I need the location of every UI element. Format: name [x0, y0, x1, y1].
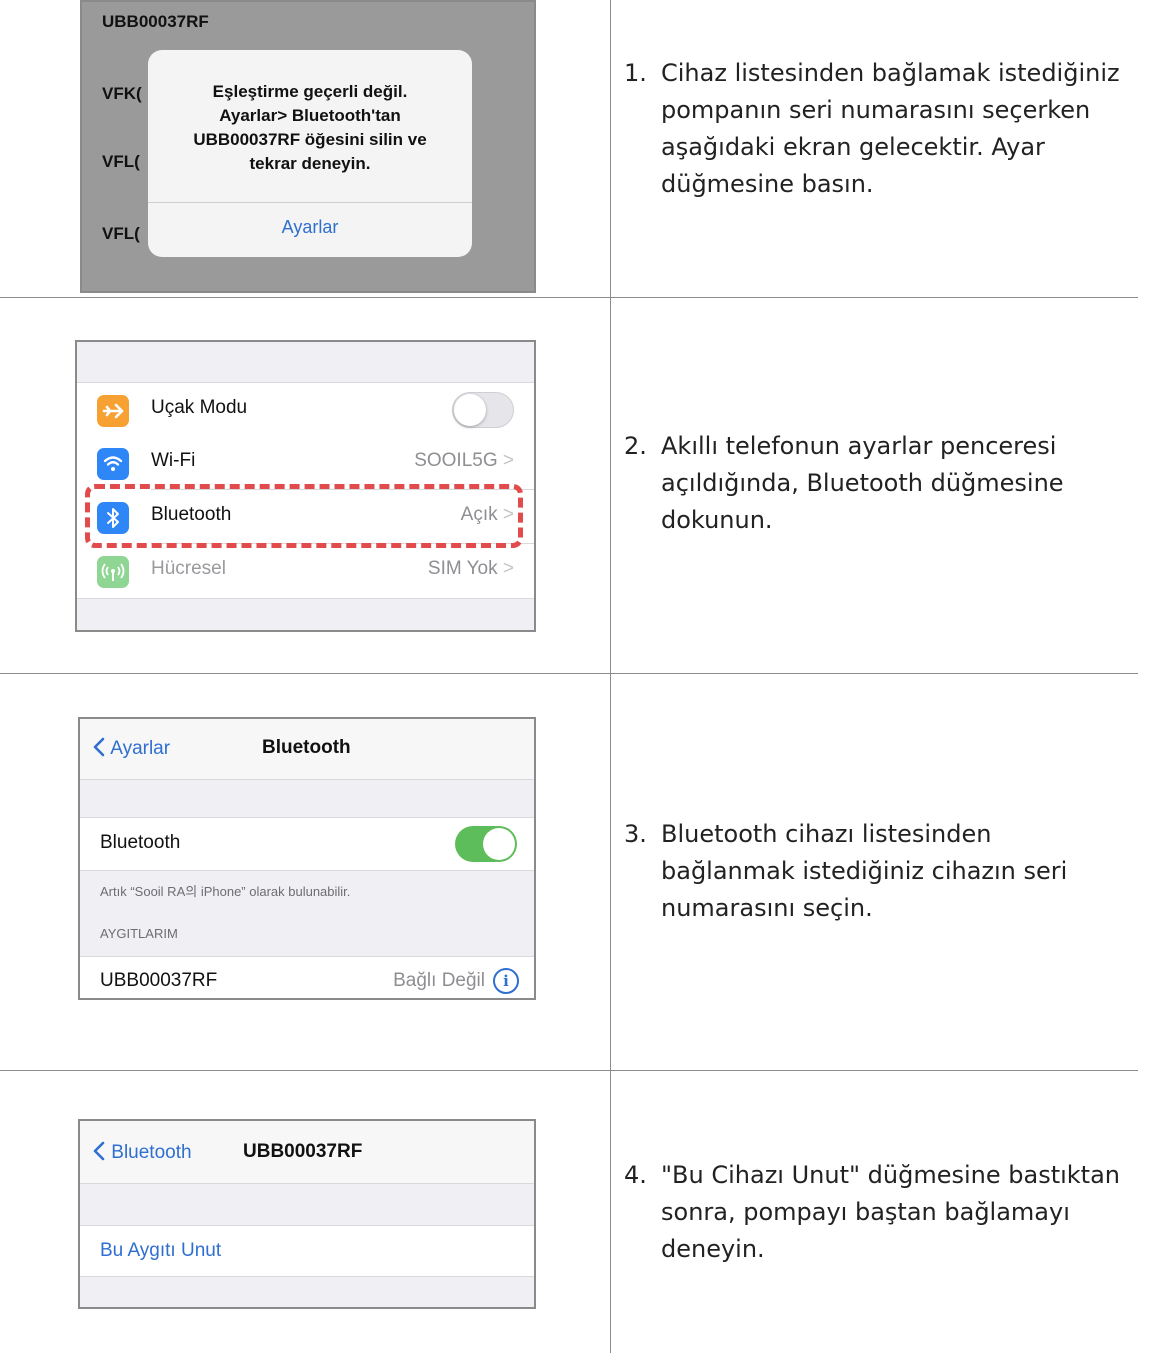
alert-dialog: Eşleştirme geçerli değil. Ayarlar> Bluet…	[148, 50, 472, 257]
settings-row-value: SIM Yok >	[428, 558, 514, 580]
forget-device-row[interactable]: Bu Aygıtı Unut	[80, 1225, 534, 1277]
chevron-left-icon	[93, 1141, 105, 1161]
settings-row-airplane[interactable]: Uçak Modu	[77, 382, 534, 437]
settings-row-cellular[interactable]: Hücresel SIM Yok >	[77, 544, 534, 599]
settings-row-label: Uçak Modu	[151, 397, 248, 418]
device-list-item: UBB00037RF	[102, 12, 209, 31]
device-row[interactable]: UBB00037RF Bağlı Değil i	[80, 956, 534, 998]
wifi-network-name: SOOIL5G	[414, 450, 498, 471]
step-number: 2.	[624, 432, 647, 460]
page-title: UBB00037RF	[243, 1141, 363, 1162]
device-list-item: VFL(	[102, 224, 140, 243]
device-list-item: VFL(	[102, 152, 140, 171]
nav-bar: Ayarlar Bluetooth	[80, 719, 534, 780]
step-instruction: 2. Akıllı telefonun ayarlar penceresi aç…	[624, 428, 1124, 539]
chevron-right-icon: >	[502, 558, 514, 579]
forget-device-button[interactable]: Bu Aygıtı Unut	[100, 1240, 221, 1262]
toggle-knob	[483, 828, 515, 860]
row-divider	[0, 673, 1138, 674]
step-instruction: 4. "Bu Cihazı Unut" düğmesine bastıktan …	[624, 1157, 1124, 1268]
back-label: Bluetooth	[111, 1142, 192, 1163]
device-name: UBB00037RF	[100, 970, 218, 991]
step-number: 4.	[624, 1161, 647, 1189]
bluetooth-highlight-box	[85, 484, 523, 548]
chevron-right-icon: >	[502, 450, 514, 471]
discoverable-note: Artık “Sooil RA의 iPhone” olarak bulunabi…	[100, 884, 351, 899]
info-icon[interactable]: i	[493, 968, 519, 994]
alert-message-line: Ayarlar> Bluetooth'tan	[219, 106, 401, 125]
bluetooth-toggle-label: Bluetooth	[100, 832, 181, 853]
step-text: Akıllı telefonun ayarlar penceresi açıld…	[661, 432, 1064, 534]
bluetooth-screenshot: Ayarlar Bluetooth Bluetooth Artık “Sooil…	[78, 717, 536, 1000]
settings-row-value: SOOIL5G >	[414, 450, 514, 472]
pairing-alert-screenshot: UBB00037RF VFK( VFL( VFL( Eşleştirme geç…	[80, 0, 536, 293]
bluetooth-toggle-row: Bluetooth	[80, 817, 534, 871]
step-instruction: 1. Cihaz listesinden bağlamak istediğini…	[624, 55, 1124, 203]
step-text: "Bu Cihazı Unut" düğmesine bastıktan son…	[661, 1161, 1120, 1263]
step-number: 1.	[624, 59, 647, 87]
step-text: Cihaz listesinden bağlamak istediğiniz p…	[661, 59, 1120, 198]
back-button[interactable]: Bluetooth	[92, 1141, 192, 1164]
back-label: Ayarlar	[110, 738, 171, 759]
step-number: 3.	[624, 820, 647, 848]
device-status: Bağlı Değil	[393, 970, 485, 991]
settings-row-label: Wi-Fi	[151, 450, 196, 471]
column-divider	[610, 0, 611, 1353]
cellular-status: SIM Yok	[427, 558, 498, 579]
alert-message-line: tekrar deneyin.	[249, 154, 371, 173]
airplane-mode-toggle[interactable]	[452, 392, 514, 428]
bluetooth-toggle[interactable]	[455, 826, 517, 862]
chevron-left-icon	[93, 737, 105, 757]
toggle-knob	[454, 394, 486, 426]
row-divider	[0, 297, 1138, 298]
alert-message-line: UBB00037RF öğesini silin ve	[193, 130, 427, 149]
alert-separator	[148, 202, 472, 203]
wifi-icon	[97, 448, 129, 480]
alert-settings-button[interactable]: Ayarlar	[148, 217, 472, 238]
cellular-icon	[97, 556, 129, 588]
settings-row-label: Hücresel	[151, 558, 226, 579]
settings-row-wifi[interactable]: Wi-Fi SOOIL5G >	[77, 436, 534, 490]
row-divider	[0, 1070, 1138, 1071]
section-header: AYGITLARIM	[100, 926, 178, 941]
device-detail-screenshot: Bluetooth UBB00037RF Bu Aygıtı Unut	[78, 1119, 536, 1309]
back-button[interactable]: Ayarlar	[92, 737, 170, 760]
step-instruction: 3. Bluetooth cihazı listesinden bağlanma…	[624, 816, 1124, 927]
device-list-item: VFK(	[102, 84, 142, 103]
page-title: Bluetooth	[262, 737, 351, 758]
nav-bar: Bluetooth UBB00037RF	[80, 1121, 534, 1184]
alert-message-line: Eşleştirme geçerli değil.	[212, 82, 408, 101]
airplane-icon	[97, 395, 129, 427]
step-text: Bluetooth cihazı listesinden bağlanmak i…	[661, 820, 1068, 922]
